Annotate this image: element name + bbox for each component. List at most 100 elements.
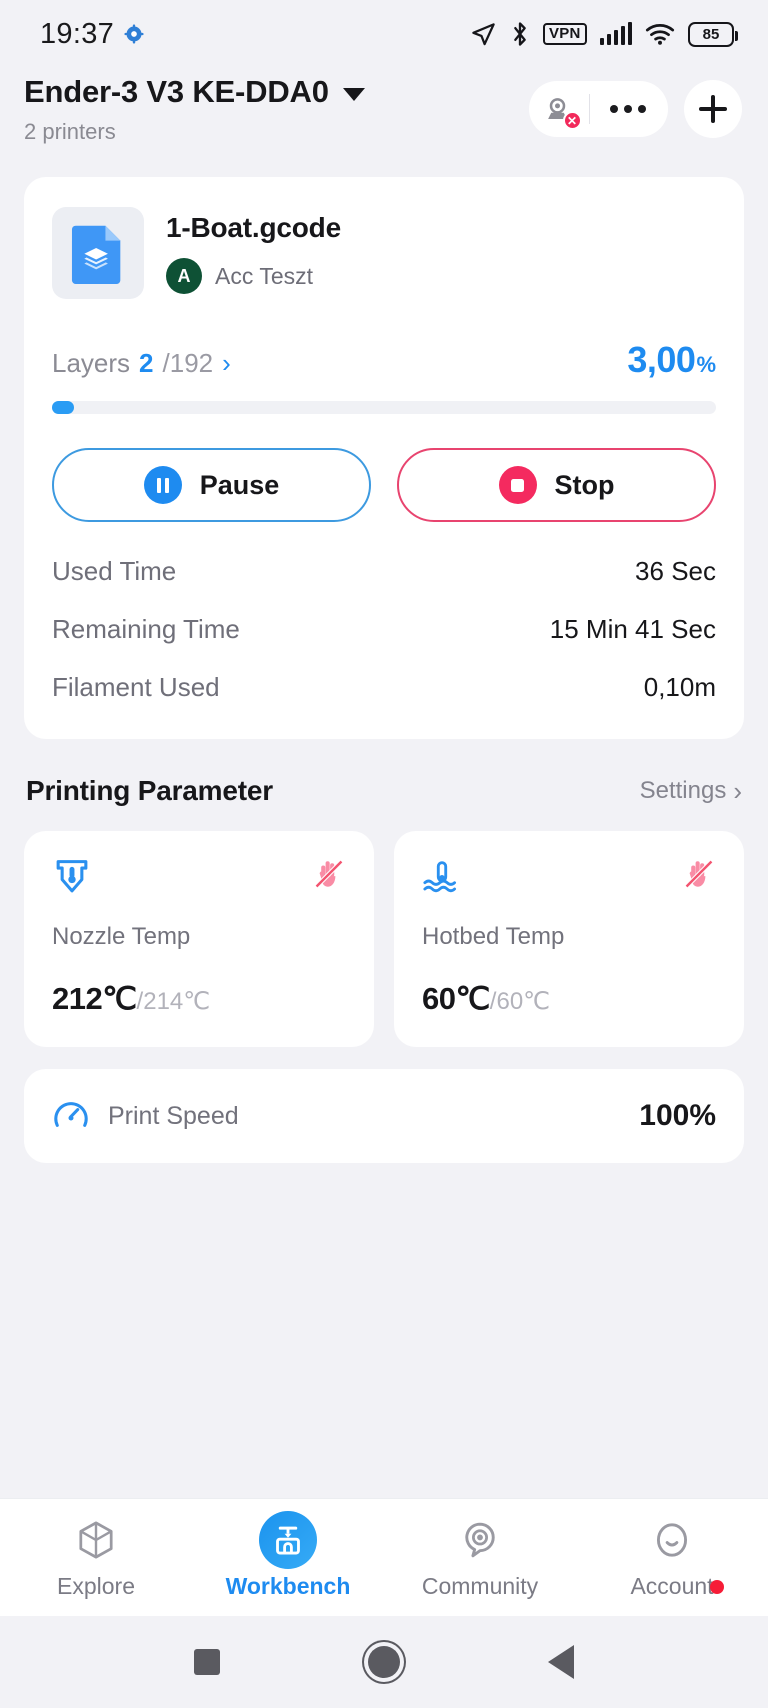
status-bar-right: VPN 85 [470,20,738,48]
settings-label: Settings [639,777,727,804]
stat-label: Filament Used [52,672,220,702]
percent-symbol: % [696,352,716,377]
layers-info[interactable]: Layers 2 /192 › [52,348,231,379]
hotbed-temp-card[interactable]: Hotbed Temp 60℃ /60℃ [394,831,744,1047]
layers-total: /192 [162,348,214,378]
stop-label: Stop [554,469,615,500]
layers-label: Layers [52,348,131,378]
location-arrow-icon [472,22,495,45]
stop-icon [498,466,537,504]
account-notification-badge [710,1580,724,1594]
page-title: Ender-3 V3 KE-DDA0 [24,74,329,109]
speedometer-icon [54,1102,88,1127]
system-navigation-bar [0,1616,768,1708]
stat-label: Remaining Time [52,614,240,644]
owner-name: Acc Teszt [215,262,313,289]
progress-bar [52,401,716,414]
print-speed-left: Print Speed [52,1097,239,1135]
nozzle-temp-values: 212℃ /214℃ [52,981,346,1017]
stat-row: Remaining Time 15 Min 41 Sec [52,614,716,645]
tab-label: Explore [57,1573,135,1599]
action-divider [588,94,590,124]
settings-link[interactable]: Settings › [640,777,742,805]
chevron-right-icon[interactable]: › [222,350,231,376]
tab-label: Account [630,1573,714,1599]
chevron-down-icon[interactable] [342,88,365,101]
avatar: A [166,258,202,294]
layers-current: 2 [139,348,154,378]
bottom-navigation: Explore Workbench Community Account [0,1498,768,1616]
phone-screen: 19:37 VPN 85 Ender-3 V3 KE-DDA0 2 printe… [0,0,768,1708]
stat-value: 0,10m [643,672,716,702]
layers-row[interactable]: Layers 2 /192 › 3,00 % [52,339,716,381]
add-printer-button[interactable] [684,80,742,138]
status-bar: 19:37 VPN 85 [0,0,768,68]
nozzle-temp-card[interactable]: Nozzle Temp 212℃ /214℃ [24,831,374,1047]
print-speed-value: 100% [639,1099,716,1132]
print-job-card: 1-Boat.gcode A Acc Teszt Layers 2 /192 ›… [24,177,744,739]
hotbed-temp-current: 60℃ [422,981,490,1016]
bluetooth-icon [514,22,526,46]
progress-bar-fill [52,401,74,414]
header-action-pill: ✕ [528,81,668,137]
printer-selector[interactable]: Ender-3 V3 KE-DDA0 2 printers [24,74,365,145]
stat-row: Filament Used 0,10m [52,672,716,703]
tab-workbench[interactable]: Workbench [192,1511,384,1600]
tab-community[interactable]: Community [384,1515,576,1600]
nozzle-temp-label: Nozzle Temp [52,923,191,950]
hotbed-temp-values: 60℃ /60℃ [422,981,716,1017]
vpn-indicator: VPN [543,22,587,46]
status-bar-left: 19:37 [40,18,144,51]
nozzle-temperature-icon [56,860,88,893]
printer-title-row[interactable]: Ender-3 V3 KE-DDA0 [24,74,365,110]
stat-value: 15 Min 41 Sec [549,614,716,644]
do-not-touch-hot-icon [684,859,714,889]
hotbed-temp-target: /60℃ [489,988,551,1015]
pause-icon [143,466,182,504]
stop-button[interactable]: Stop [397,448,716,522]
stat-label: Used Time [52,556,177,586]
app-header: Ender-3 V3 KE-DDA0 2 printers ✕ [0,68,768,145]
printing-parameter-header: Printing Parameter Settings › [24,775,744,807]
chevron-right-icon: › [733,776,742,806]
clock: 19:37 [40,17,115,50]
job-header: 1-Boat.gcode A Acc Teszt [52,207,716,299]
printer-count: 2 printers [24,119,116,144]
print-speed-label: Print Speed [108,1101,239,1130]
tab-label: Community [421,1573,539,1599]
job-owner: A Acc Teszt [166,258,341,294]
pause-button[interactable]: Pause [52,448,371,522]
tab-explore[interactable]: Explore [0,1515,192,1600]
camera-off-icon[interactable]: ✕ [537,86,583,132]
file-name: 1-Boat.gcode [166,212,341,243]
smiley-face-icon [651,1515,693,1565]
file-meta: 1-Boat.gcode A Acc Teszt [166,212,341,294]
do-not-touch-hot-icon [314,859,344,889]
square-recents-icon[interactable] [194,1649,220,1675]
wifi-icon [645,24,675,45]
workbench-icon-wrap [259,1511,317,1569]
hotbed-card-top [422,857,716,897]
plus-icon [699,95,727,123]
hotbed-temp-label: Hotbed Temp [422,923,565,950]
battery-level: 85 [702,25,720,43]
tab-account[interactable]: Account [576,1515,768,1600]
stat-row: Used Time 36 Sec [52,556,716,587]
progress-percentage: 3,00 % [627,339,716,381]
nozzle-card-top [52,857,346,897]
triangle-back-icon[interactable] [548,1645,574,1679]
print-speed-card[interactable]: Print Speed 100% [24,1069,744,1163]
header-actions: ✕ [528,80,742,138]
more-options-icon[interactable] [596,105,660,113]
location-pin-icon [459,1515,501,1565]
main-content: 1-Boat.gcode A Acc Teszt Layers 2 /192 ›… [0,145,768,1498]
nozzle-temp-current: 212℃ [52,981,137,1016]
nozzle-temp-target: /214℃ [136,988,211,1015]
hotbed-temperature-icon [423,861,456,893]
temperature-cards: Nozzle Temp 212℃ /214℃ Hotbed Temp 60℃ /… [24,831,744,1047]
cube-icon [75,1515,117,1565]
progress-value: 3,00 [627,339,696,380]
printer-icon [259,1511,317,1569]
gear-icon [124,24,144,44]
circle-home-icon[interactable] [368,1646,400,1678]
